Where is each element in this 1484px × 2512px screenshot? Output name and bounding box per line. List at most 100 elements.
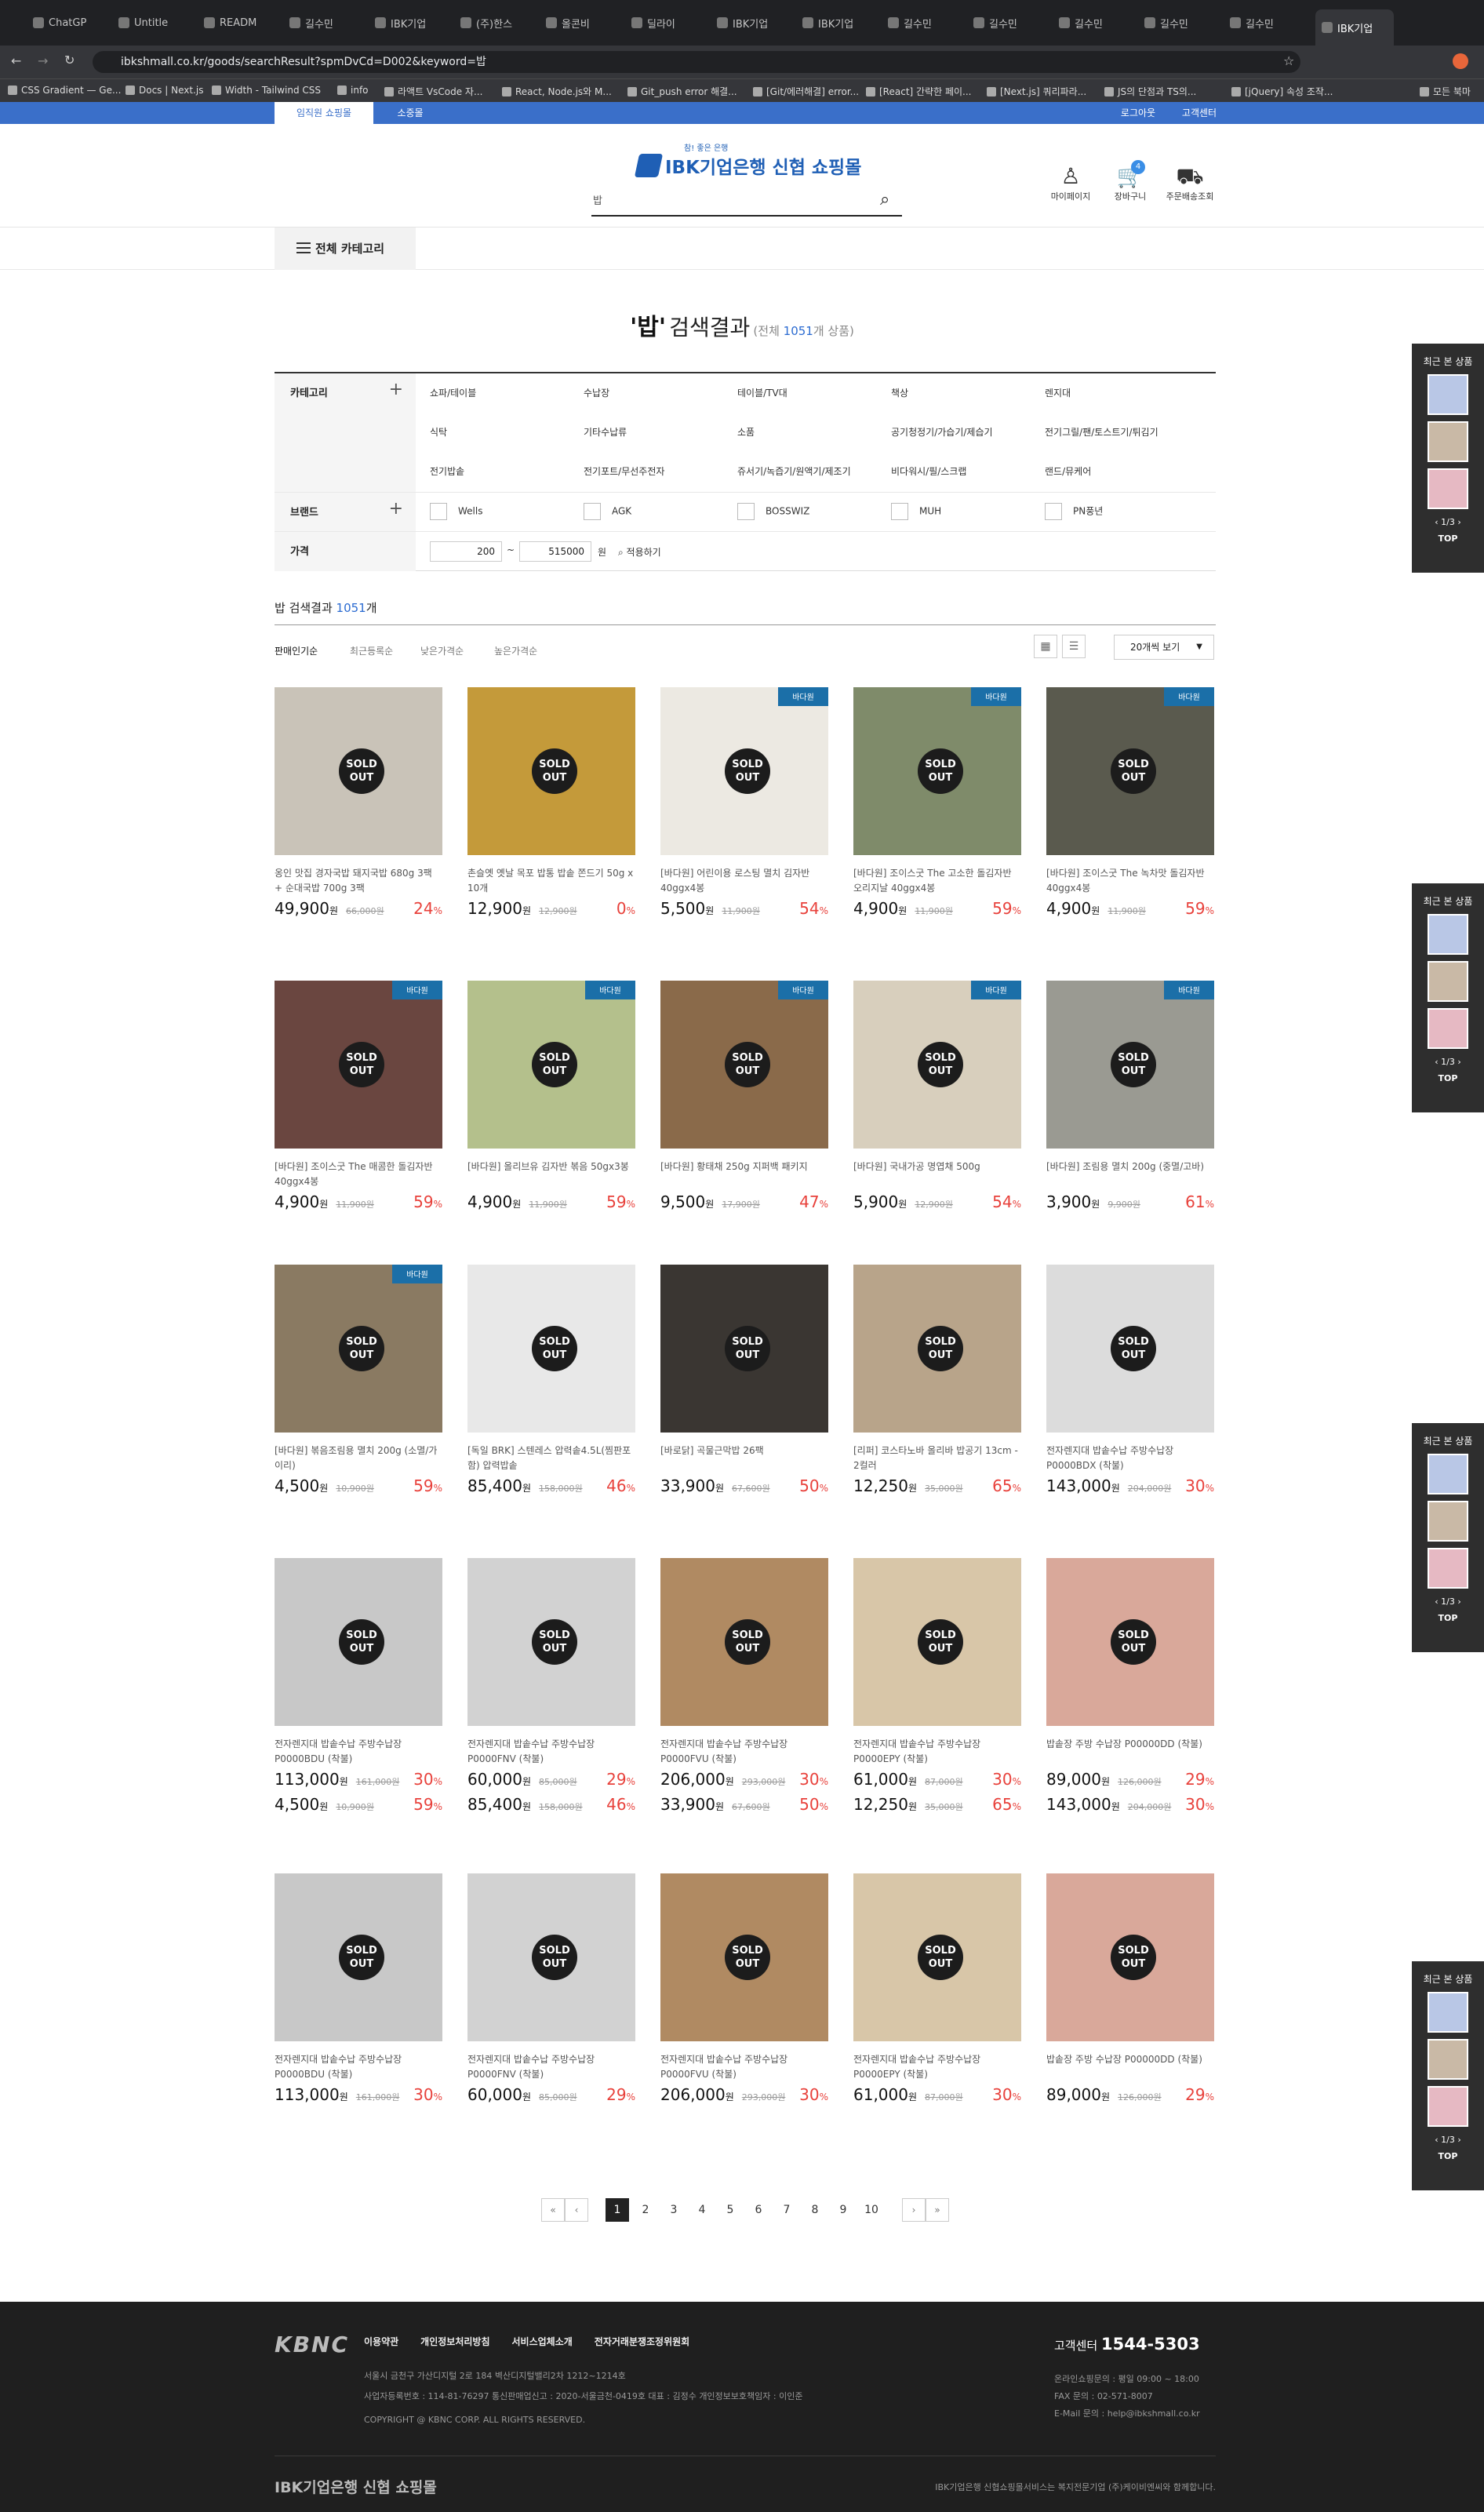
product-card[interactable]: SOLD OUT 옹인 맛집 경자국밥 돼지국밥 680g 3팩 + 순대국밥 7… [275, 687, 442, 921]
category-filter-item[interactable]: 전기밥솥 [430, 464, 464, 478]
category-filter-item[interactable]: 렌지대 [1045, 386, 1071, 399]
product-card[interactable]: 바다원 SOLD OUT [바다원] 조이스굿 The 매콤한 돌김자반 40ggx… [275, 981, 442, 1214]
chevron-right-icon[interactable]: › [1455, 2135, 1460, 2145]
logout-link[interactable]: 로그아웃 [1111, 102, 1166, 124]
product-card[interactable]: SOLD OUT 전자렌지대 밥솥수납 주방수납장 P0000FVU (착불) 20… [660, 1558, 828, 1817]
chevron-right-icon[interactable]: › [1455, 1596, 1460, 1607]
chevron-right-icon[interactable]: › [1455, 517, 1460, 527]
product-card[interactable]: SOLD OUT 밥솥장 주방 수납장 P00000DD (착불) 89,000원 1… [1046, 1558, 1214, 1817]
product-image[interactable]: SOLD OUT [1046, 1558, 1214, 1726]
product-image[interactable]: SOLD OUT [467, 1558, 635, 1726]
product-title[interactable]: 전자렌지대 밥솥수납 주방수납장 P0000FNV (착불) [467, 1737, 635, 1767]
list-view-icon[interactable]: ☰ [1062, 635, 1086, 658]
product-image[interactable]: 바다원 SOLD OUT [853, 981, 1021, 1149]
product-title[interactable]: [바다원] 조림용 멸치 200g (중멸/고바) [1046, 1160, 1214, 1189]
page-number[interactable]: 7 [775, 2198, 798, 2222]
url-input[interactable]: ibkshmall.co.kr/goods/searchResult?spmDv… [93, 51, 1300, 73]
chevron-left-icon[interactable]: ‹ [1435, 517, 1441, 527]
product-card[interactable]: 바다원 SOLD OUT [바다원] 황태채 250g 지퍼백 패키지 9,500원 1… [660, 981, 828, 1214]
page-number[interactable]: 6 [747, 2198, 770, 2222]
browser-tab[interactable]: 길수민 [289, 13, 368, 33]
cart-button[interactable]: 🛒 4 장바구니 [1103, 160, 1158, 202]
product-image[interactable]: SOLD OUT [1046, 1265, 1214, 1433]
product-title[interactable]: [바다원] 국내가공 명엽채 500g [853, 1160, 1021, 1189]
prev-page-icon[interactable]: ‹ [565, 2198, 588, 2222]
product-title[interactable]: [바다원] 황태채 250g 지퍼백 패키지 [660, 1160, 828, 1189]
product-title[interactable]: 촌슬옛 옛날 목포 밥통 밥솥 쫀드기 50g x 10개 [467, 866, 635, 896]
product-title[interactable]: 전자렌지대 밥솥수납 주방수납장 P0000BDU (착불) [275, 1737, 442, 1767]
product-image[interactable]: 바다원 SOLD OUT [660, 981, 828, 1149]
page-number[interactable]: 4 [690, 2198, 714, 2222]
page-size-select[interactable]: 20개씩 보기 ▼ [1114, 635, 1214, 660]
category-filter-item[interactable]: 책상 [891, 386, 908, 399]
product-image[interactable]: SOLD OUT [275, 1873, 442, 2041]
bookmark-item[interactable]: Docs | Next.js [125, 85, 203, 96]
recent-thumb[interactable] [1428, 421, 1468, 462]
product-card[interactable]: SOLD OUT [독일 BRK] 스텐레스 압력솥4.5L(찜판포함) 압력밥솥… [467, 1265, 635, 1498]
product-image[interactable]: SOLD OUT [660, 1873, 828, 2041]
product-image[interactable]: 바다원 SOLD OUT [1046, 687, 1214, 855]
category-filter-item[interactable]: 공기청정기/가습기/제습기 [891, 425, 993, 439]
browser-tab[interactable]: 길수민 [888, 13, 966, 33]
recent-thumb[interactable] [1428, 1548, 1468, 1589]
last-page-icon[interactable]: » [926, 2198, 949, 2222]
brand-filter-item[interactable]: PN풍년 [1045, 503, 1103, 520]
category-filter-item[interactable]: 비다워시/필/스크랩 [891, 464, 966, 478]
profile-avatar[interactable] [1453, 53, 1468, 69]
page-number[interactable]: 2 [634, 2198, 657, 2222]
product-card[interactable]: SOLD OUT 촌슬옛 옛날 목포 밥통 밥솥 쫀드기 50g x 10개 12,… [467, 687, 635, 921]
price-apply-button[interactable]: ⌕ 적용하기 [618, 545, 661, 559]
product-card[interactable]: SOLD OUT 전자렌지대 밥솥수납 주방수납장 P0000BDX (착불) 14… [1046, 1265, 1214, 1498]
recent-thumb[interactable] [1428, 1992, 1468, 2033]
product-card[interactable]: 바다원 SOLD OUT [바다원] 조이스굿 The 녹차맛 돌김자반 40ggx… [1046, 687, 1214, 921]
chevron-right-icon[interactable]: › [1455, 1057, 1460, 1067]
product-image[interactable]: SOLD OUT [467, 1265, 635, 1433]
browser-tab[interactable]: (주)한스 [460, 13, 539, 33]
bookmark-item[interactable]: Git_push error 해결... [627, 85, 737, 98]
product-title[interactable]: [바로닭] 곡물근막밥 26팩 [660, 1443, 828, 1473]
star-icon[interactable]: ☆ [1283, 53, 1294, 68]
sort-option[interactable]: 최근등록순 [350, 644, 393, 657]
product-title[interactable]: 전자렌지대 밥솥수납 주방수납장 P0000BDU (착불) [275, 2052, 442, 2082]
sort-option[interactable]: 판매인기순 [275, 644, 318, 657]
chevron-left-icon[interactable]: ‹ [1435, 1057, 1441, 1067]
recent-thumb[interactable] [1428, 2039, 1468, 2080]
product-card[interactable]: SOLD OUT 전자렌지대 밥솥수납 주방수납장 P0000BDU (착불) 11… [275, 1873, 442, 2107]
product-title[interactable]: [바다원] 조이스굿 The 녹차맛 돌김자반 40ggx4봉 [1046, 866, 1214, 896]
product-title[interactable]: 옹인 맛집 경자국밥 돼지국밥 680g 3팩 + 순대국밥 700g 3팩 [275, 866, 442, 896]
product-image[interactable]: 바다원 SOLD OUT [853, 687, 1021, 855]
product-title[interactable]: 전자렌지대 밥솥수납 주방수납장 P0000BDX (착불) [1046, 1443, 1214, 1473]
reload-icon[interactable]: ↻ [64, 53, 75, 67]
top-button[interactable]: TOP [1412, 2151, 1484, 2161]
product-image[interactable]: SOLD OUT [1046, 1873, 1214, 2041]
page-number[interactable]: 3 [662, 2198, 686, 2222]
chevron-left-icon[interactable]: ‹ [1435, 2135, 1441, 2145]
product-card[interactable]: SOLD OUT 전자렌지대 밥솥수납 주방수납장 P0000FNV (착불) 60… [467, 1558, 635, 1817]
category-filter-item[interactable]: 수납장 [584, 386, 609, 399]
category-filter-item[interactable]: 랜드/뮤케어 [1045, 464, 1091, 478]
product-card[interactable]: SOLD OUT 전자렌지대 밥솥수납 주방수납장 P0000BDU (착불) 11… [275, 1558, 442, 1817]
browser-tab[interactable]: 딜라이 [631, 13, 710, 33]
product-image[interactable]: SOLD OUT [660, 1558, 828, 1726]
product-title[interactable]: 전자렌지대 밥솥수납 주방수납장 P0000EPY (착불) [853, 1737, 1021, 1767]
product-card[interactable]: 바다원 SOLD OUT [바다원] 국내가공 명엽채 500g 5,900원 12,9… [853, 981, 1021, 1214]
footer-link[interactable]: 전자거래분쟁조정위원회 [595, 2335, 689, 2348]
forward-icon[interactable]: → [38, 53, 48, 68]
product-title[interactable]: [바다원] 볶음조림용 멸치 200g (소멸/가이리) [275, 1443, 442, 1473]
category-filter-item[interactable]: 전기포트/무선주전자 [584, 464, 664, 478]
browser-tab[interactable]: Untitle [118, 13, 197, 33]
recent-thumb[interactable] [1428, 1501, 1468, 1542]
product-card[interactable]: 바다원 SOLD OUT [바다원] 볶음조림용 멸치 200g (소멸/가이리) 4… [275, 1265, 442, 1498]
browser-tab[interactable]: 길수민 [1144, 13, 1223, 33]
browser-tab[interactable]: 길수민 [973, 13, 1052, 33]
chevron-left-icon[interactable]: ‹ [1435, 1596, 1441, 1607]
product-title[interactable]: 전자렌지대 밥솥수납 주방수납장 P0000FNV (착불) [467, 2052, 635, 2082]
brand-filter-item[interactable]: AGK [584, 503, 631, 520]
brand-filter-item[interactable]: MUH [891, 503, 941, 520]
product-image[interactable]: SOLD OUT [660, 1265, 828, 1433]
page-number[interactable]: 10 [860, 2198, 883, 2222]
brand-checkbox[interactable] [430, 503, 447, 520]
recent-thumb[interactable] [1428, 468, 1468, 509]
bookmark-item[interactable]: [React] 간략한 페이... [866, 85, 971, 98]
product-card[interactable]: 바다원 SOLD OUT [바다원] 조림용 멸치 200g (중멸/고바) 3,90… [1046, 981, 1214, 1214]
